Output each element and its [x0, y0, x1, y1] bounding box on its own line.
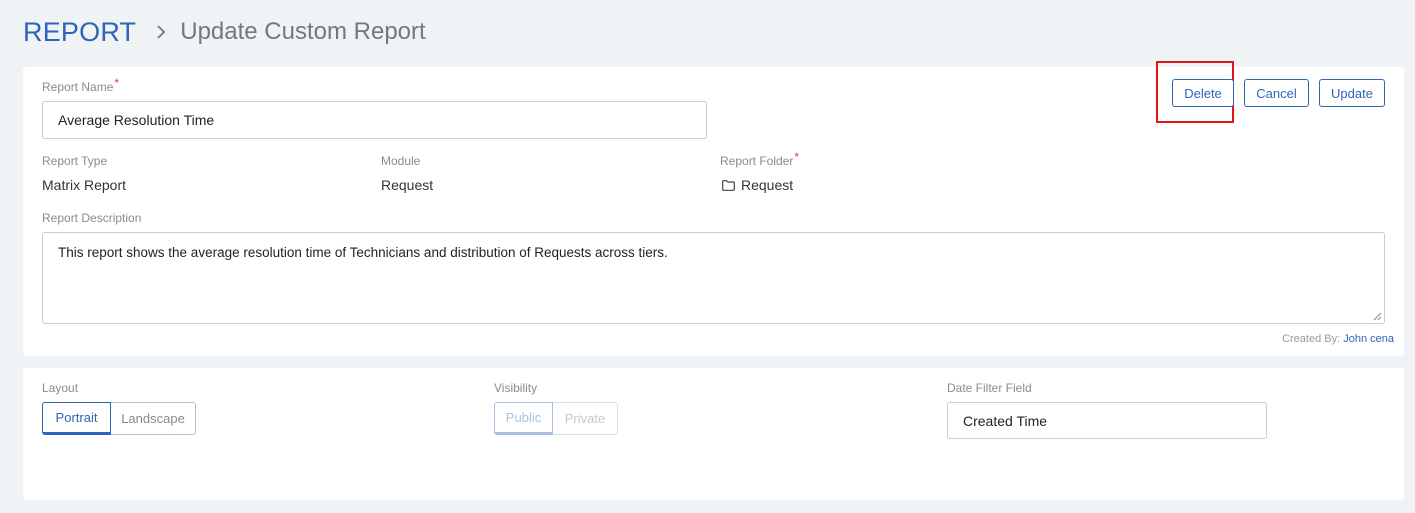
report-type-value: Matrix Report — [42, 177, 127, 193]
layout-portrait-option[interactable]: Portrait — [42, 402, 111, 435]
page-title: Update Custom Report — [180, 18, 426, 45]
report-description-value: This report shows the average resolution… — [58, 245, 668, 260]
report-description-textarea[interactable]: This report shows the average resolution… — [42, 232, 1385, 324]
breadcrumb: REPORT Update Custom Report — [23, 14, 426, 50]
required-mark: * — [794, 150, 800, 164]
date-filter-field[interactable]: Created Time — [947, 402, 1267, 439]
module-value: Request — [381, 177, 434, 193]
visibility-private-option[interactable]: Private — [553, 402, 618, 435]
date-filter-value: Created Time — [963, 412, 1048, 429]
breadcrumb-root[interactable]: REPORT — [23, 17, 136, 48]
report-name-input[interactable]: Average Resolution Time — [42, 101, 707, 139]
report-type-label: Report Type — [42, 154, 108, 168]
layout-toggle: Portrait Landscape — [42, 402, 196, 435]
report-name-value: Average Resolution Time — [58, 112, 215, 128]
visibility-toggle: Public Private — [494, 402, 618, 435]
layout-label: Layout — [42, 381, 79, 395]
module-label: Module — [381, 154, 421, 168]
created-by: Created By: John cena — [1282, 333, 1394, 345]
report-folder-label: Report Folder* — [720, 150, 800, 168]
cancel-button[interactable]: Cancel — [1244, 79, 1309, 107]
date-filter-label: Date Filter Field — [947, 381, 1032, 395]
required-mark: * — [114, 76, 120, 90]
report-folder-value[interactable]: Request — [722, 177, 793, 193]
chevron-right-icon — [156, 24, 166, 40]
visibility-public-option[interactable]: Public — [494, 402, 553, 435]
resize-grip-icon[interactable] — [1373, 312, 1382, 321]
folder-icon — [722, 179, 735, 191]
report-name-label: Report Name* — [42, 76, 120, 94]
layout-landscape-option[interactable]: Landscape — [111, 402, 196, 435]
update-button[interactable]: Update — [1319, 79, 1385, 107]
report-details-panel: Report Name* Average Resolution Time Del… — [23, 61, 1404, 356]
delete-button[interactable]: Delete — [1172, 79, 1234, 107]
visibility-label: Visibility — [494, 381, 538, 395]
report-description-label: Report Description — [42, 211, 142, 225]
report-settings-panel: Layout Portrait Landscape Visibility Pub… — [23, 368, 1404, 500]
created-by-user[interactable]: John cena — [1343, 333, 1394, 345]
